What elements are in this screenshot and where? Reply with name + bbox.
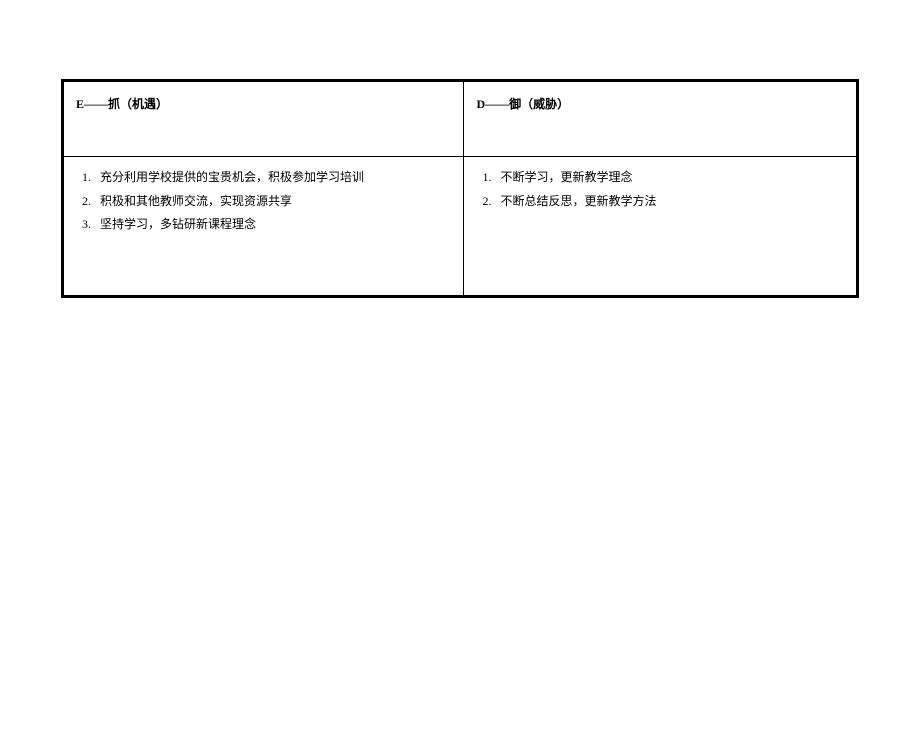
list-item: 充分利用学校提供的宝贵机会，积极参加学习培训 (94, 167, 451, 189)
threat-list: 不断学习，更新教学理念 不断总结反思，更新教学方法 (476, 167, 844, 212)
swot-table: E——抓（机遇） D——御（威胁） 充分利用学校提供的宝贵机会，积极参加学习培训… (63, 81, 857, 296)
opportunity-list: 充分利用学校提供的宝贵机会，积极参加学习培训 积极和其他教师交流，实现资源共享 … (76, 167, 451, 236)
header-left-text: E——抓（机遇） (76, 97, 168, 111)
list-item: 积极和其他教师交流，实现资源共享 (94, 191, 451, 213)
header-right-text: D——御（威胁） (476, 97, 569, 111)
list-item: 坚持学习，多钻研新课程理念 (94, 214, 451, 236)
content-d-threat: 不断学习，更新教学理念 不断总结反思，更新教学方法 (464, 157, 857, 296)
table-content-row: 充分利用学校提供的宝贵机会，积极参加学习培训 积极和其他教师交流，实现资源共享 … (64, 157, 857, 296)
table-header-row: E——抓（机遇） D——御（威胁） (64, 82, 857, 157)
header-e-opportunity: E——抓（机遇） (64, 82, 464, 157)
header-d-threat: D——御（威胁） (464, 82, 857, 157)
list-item: 不断学习，更新教学理念 (494, 167, 844, 189)
swot-table-container: E——抓（机遇） D——御（威胁） 充分利用学校提供的宝贵机会，积极参加学习培训… (61, 79, 859, 298)
list-item: 不断总结反思，更新教学方法 (494, 191, 844, 213)
content-e-opportunity: 充分利用学校提供的宝贵机会，积极参加学习培训 积极和其他教师交流，实现资源共享 … (64, 157, 464, 296)
